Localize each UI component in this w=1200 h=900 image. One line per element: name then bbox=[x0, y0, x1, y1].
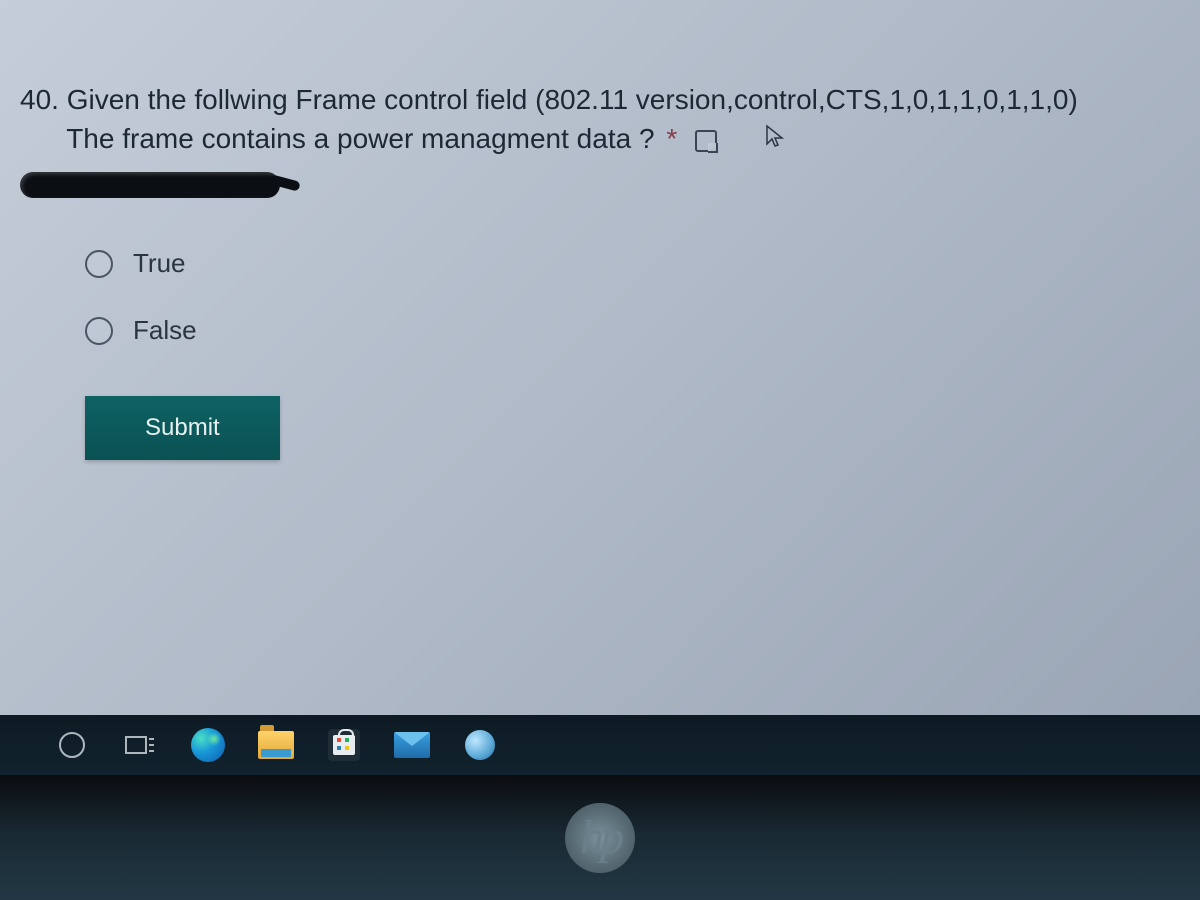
submit-button[interactable]: Submit bbox=[85, 396, 280, 460]
options-group: True False bbox=[85, 248, 1180, 346]
option-true[interactable]: True bbox=[85, 248, 1180, 279]
monitor-bezel: hp bbox=[0, 775, 1200, 900]
required-star: * bbox=[666, 123, 677, 154]
submit-row: Submit bbox=[85, 396, 1180, 460]
edge-button[interactable] bbox=[186, 723, 230, 767]
hp-logo: hp bbox=[565, 803, 635, 873]
cortana-button[interactable] bbox=[50, 723, 94, 767]
edge-icon bbox=[191, 728, 225, 762]
question-line1: Given the follwing Frame control field (… bbox=[67, 84, 1078, 115]
option-false[interactable]: False bbox=[85, 315, 1180, 346]
browser-button[interactable] bbox=[458, 723, 502, 767]
cortana-icon bbox=[59, 732, 85, 758]
windows-taskbar bbox=[0, 715, 1200, 775]
file-explorer-button[interactable] bbox=[254, 723, 298, 767]
cursor-icon bbox=[765, 121, 785, 160]
globe-icon bbox=[465, 730, 495, 760]
option-true-label: True bbox=[133, 248, 186, 279]
mail-icon bbox=[394, 732, 430, 758]
store-button[interactable] bbox=[322, 723, 366, 767]
redaction-scribble bbox=[20, 172, 280, 198]
mail-button[interactable] bbox=[390, 723, 434, 767]
store-icon bbox=[328, 729, 360, 761]
folder-icon bbox=[258, 731, 294, 759]
taskview-button[interactable] bbox=[118, 723, 162, 767]
taskview-icon bbox=[125, 733, 155, 757]
form-screen: 40. Given the follwing Frame control fie… bbox=[0, 0, 1200, 715]
immersive-reader-icon[interactable] bbox=[695, 130, 717, 152]
question-text: 40. Given the follwing Frame control fie… bbox=[20, 80, 1180, 160]
option-false-label: False bbox=[133, 315, 197, 346]
question-block: 40. Given the follwing Frame control fie… bbox=[20, 80, 1180, 198]
question-number: 40. bbox=[20, 84, 59, 115]
radio-icon bbox=[85, 317, 113, 345]
radio-icon bbox=[85, 250, 113, 278]
question-line2: The frame contains a power managment dat… bbox=[66, 123, 654, 154]
